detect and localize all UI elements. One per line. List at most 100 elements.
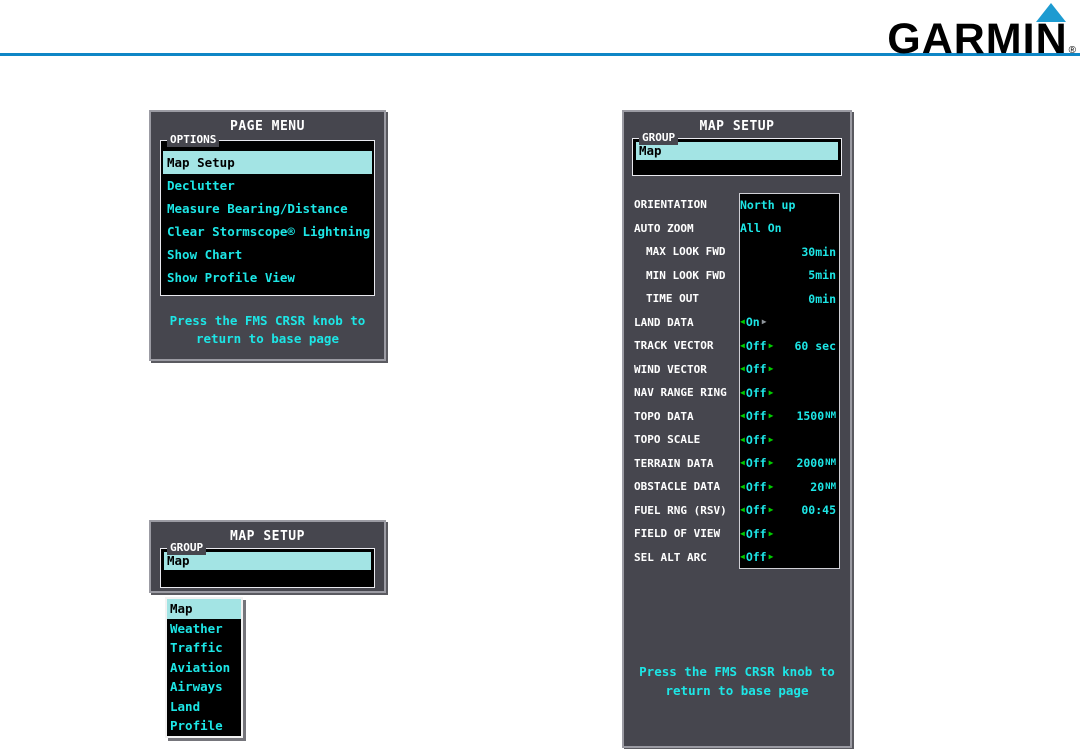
setting-topo-scale[interactable]: ◀ Off ▶ [739,433,840,447]
setting-label: OBSTACLE DATA [624,480,739,493]
menu-item-show-chart[interactable]: Show Chart [163,243,372,266]
setting-value: 2000 [796,456,824,470]
setting-row: MAX LOOK FWD 30min [624,240,850,264]
setting-row: FUEL RNG (RSV) ◀ Off ▶ 00:45 [624,499,850,523]
setting-row: TOPO DATA ◀ Off ▶ 1500 NM [624,405,850,429]
setting-track-vector[interactable]: ◀ Off ▶ 60 sec [739,339,840,353]
setting-value: North up [740,198,795,212]
right-arrow-icon: ▶ [762,318,767,326]
setting-label: TERRAIN DATA [624,457,739,470]
setting-land-data[interactable]: ◀ On ▶ [739,315,840,329]
setting-row: FIELD OF VIEW ◀ Off ▶ [624,522,850,546]
right-arrow-icon: ▶ [769,389,774,397]
setting-state: Off [746,480,767,494]
group-box: GROUP Map [632,138,842,176]
setting-row: SEL ALT ARC ◀ Off ▶ [624,546,850,570]
garmin-wordmark: GARMIN [887,20,1067,58]
setting-row: AUTO ZOOM All On [624,217,850,241]
setting-row: NAV RANGE RING ◀ Off ▶ [624,381,850,405]
dropdown-option-weather[interactable]: Weather [167,619,241,639]
setting-label: ORIENTATION [624,198,739,211]
group-box: GROUP Map [160,548,375,588]
left-arrow-icon: ◀ [740,530,745,538]
setting-fuel-rng[interactable]: ◀ Off ▶ 00:45 [739,503,840,517]
setting-state: Off [746,503,767,517]
right-arrow-icon: ▶ [769,365,774,373]
menu-item-measure-bearing-distance[interactable]: Measure Bearing/Distance [163,197,372,220]
setting-state: Off [746,362,767,376]
dropdown-option-traffic[interactable]: Traffic [167,638,241,658]
setting-state: Off [746,456,767,470]
dropdown-option-profile[interactable]: Profile [167,716,241,736]
menu-item-show-profile-view[interactable]: Show Profile View [163,266,372,289]
setting-label: TOPO SCALE [624,433,739,446]
manual-page: GARMIN ® PAGE MENU OPTIONS Map Setup Dec… [0,0,1080,749]
setting-label: LAND DATA [624,316,739,329]
dropdown-option-airways[interactable]: Airways [167,677,241,697]
footer-line-2: return to base page [151,330,384,348]
left-arrow-icon: ◀ [740,318,745,326]
setting-label: FIELD OF VIEW [624,527,739,540]
setting-state: Off [746,409,767,423]
setting-row: WIND VECTOR ◀ Off ▶ [624,358,850,382]
setting-orientation[interactable]: North up [739,198,840,212]
page-menu-footer: Press the FMS CRSR knob to return to bas… [151,312,384,348]
setting-value: All On [740,221,782,235]
footer-line-2: return to base page [624,681,850,700]
right-arrow-icon: ▶ [769,530,774,538]
right-arrow-icon: ▶ [769,553,774,561]
left-arrow-icon: ◀ [740,412,745,420]
group-label: GROUP [167,541,206,555]
setting-row: LAND DATA ◀ On ▶ [624,311,850,335]
right-arrow-icon: ▶ [769,412,774,420]
left-arrow-icon: ◀ [740,389,745,397]
garmin-wordmark-row: GARMIN ® [887,20,1076,58]
left-arrow-icon: ◀ [740,459,745,467]
setting-label: AUTO ZOOM [624,222,739,235]
setting-sel-alt-arc[interactable]: ◀ Off ▶ [739,550,840,564]
setting-label: TIME OUT [624,292,739,305]
left-arrow-icon: ◀ [740,483,745,491]
left-arrow-icon: ◀ [740,365,745,373]
setting-topo-data[interactable]: ◀ Off ▶ 1500 NM [739,409,840,423]
garmin-logo: GARMIN ® [850,0,1080,64]
setting-terrain-data[interactable]: ◀ Off ▶ 2000 NM [739,456,840,470]
left-arrow-icon: ◀ [740,506,745,514]
right-arrow-icon: ▶ [769,342,774,350]
setting-label: SEL ALT ARC [624,551,739,564]
left-arrow-icon: ◀ [740,342,745,350]
setting-value: 30min [801,245,836,259]
setting-nav-range-ring[interactable]: ◀ Off ▶ [739,386,840,400]
setting-unit: NM [825,482,836,492]
setting-min-look-fwd[interactable]: 5min [739,268,840,282]
setting-state: Off [746,339,767,353]
setting-max-look-fwd[interactable]: 30min [739,245,840,259]
setting-wind-vector[interactable]: ◀ Off ▶ [739,362,840,376]
setting-unit: NM [825,458,836,468]
options-label: OPTIONS [167,133,219,147]
setting-label: TOPO DATA [624,410,739,423]
menu-item-clear-stormscope-lightning[interactable]: Clear Stormscope® Lightning [163,220,372,243]
setting-row: TERRAIN DATA ◀ Off ▶ 2000 NM [624,452,850,476]
dropdown-option-aviation[interactable]: Aviation [167,658,241,678]
setting-time-out[interactable]: 0min [739,292,840,306]
menu-item-map-setup[interactable]: Map Setup [163,151,372,174]
setting-auto-zoom[interactable]: All On [739,221,840,235]
setting-state: Off [746,527,767,541]
setting-obstacle-data[interactable]: ◀ Off ▶ 20 NM [739,480,840,494]
map-settings-list: ORIENTATION North up AUTO ZOOM All On MA… [624,193,850,569]
dropdown-option-land[interactable]: Land [167,697,241,717]
setting-state: Off [746,550,767,564]
options-box: OPTIONS Map Setup Declutter Measure Bear… [160,140,375,296]
setting-label: MAX LOOK FWD [624,245,739,258]
menu-item-declutter[interactable]: Declutter [163,174,372,197]
dropdown-option-map[interactable]: Map [167,599,241,619]
setting-value: 5min [808,268,836,282]
page-menu-title: PAGE MENU [151,119,384,134]
setting-state: Off [746,386,767,400]
setting-field-of-view[interactable]: ◀ Off ▶ [739,527,840,541]
setting-row: MIN LOOK FWD 5min [624,264,850,288]
right-arrow-icon: ▶ [769,483,774,491]
registered-mark: ® [1069,45,1076,56]
setting-label: FUEL RNG (RSV) [624,504,739,517]
